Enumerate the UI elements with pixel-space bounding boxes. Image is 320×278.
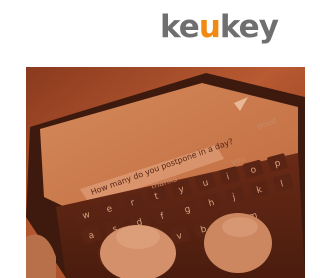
left-thumb-highlight: [116, 225, 160, 249]
logo-part-1: ke: [160, 9, 200, 45]
phone-typing-photo: How many do you postpone in a day? thank…: [26, 67, 305, 278]
page: keukey How many do you postpone in a day…: [0, 0, 309, 278]
logo-part-2: u: [198, 9, 221, 45]
logo-part-3: key: [219, 9, 279, 45]
photo-illustration: How many do you postpone in a day? thank…: [26, 67, 305, 278]
brand-logo: keukey: [160, 6, 304, 48]
right-thumb-highlight: [222, 217, 258, 237]
